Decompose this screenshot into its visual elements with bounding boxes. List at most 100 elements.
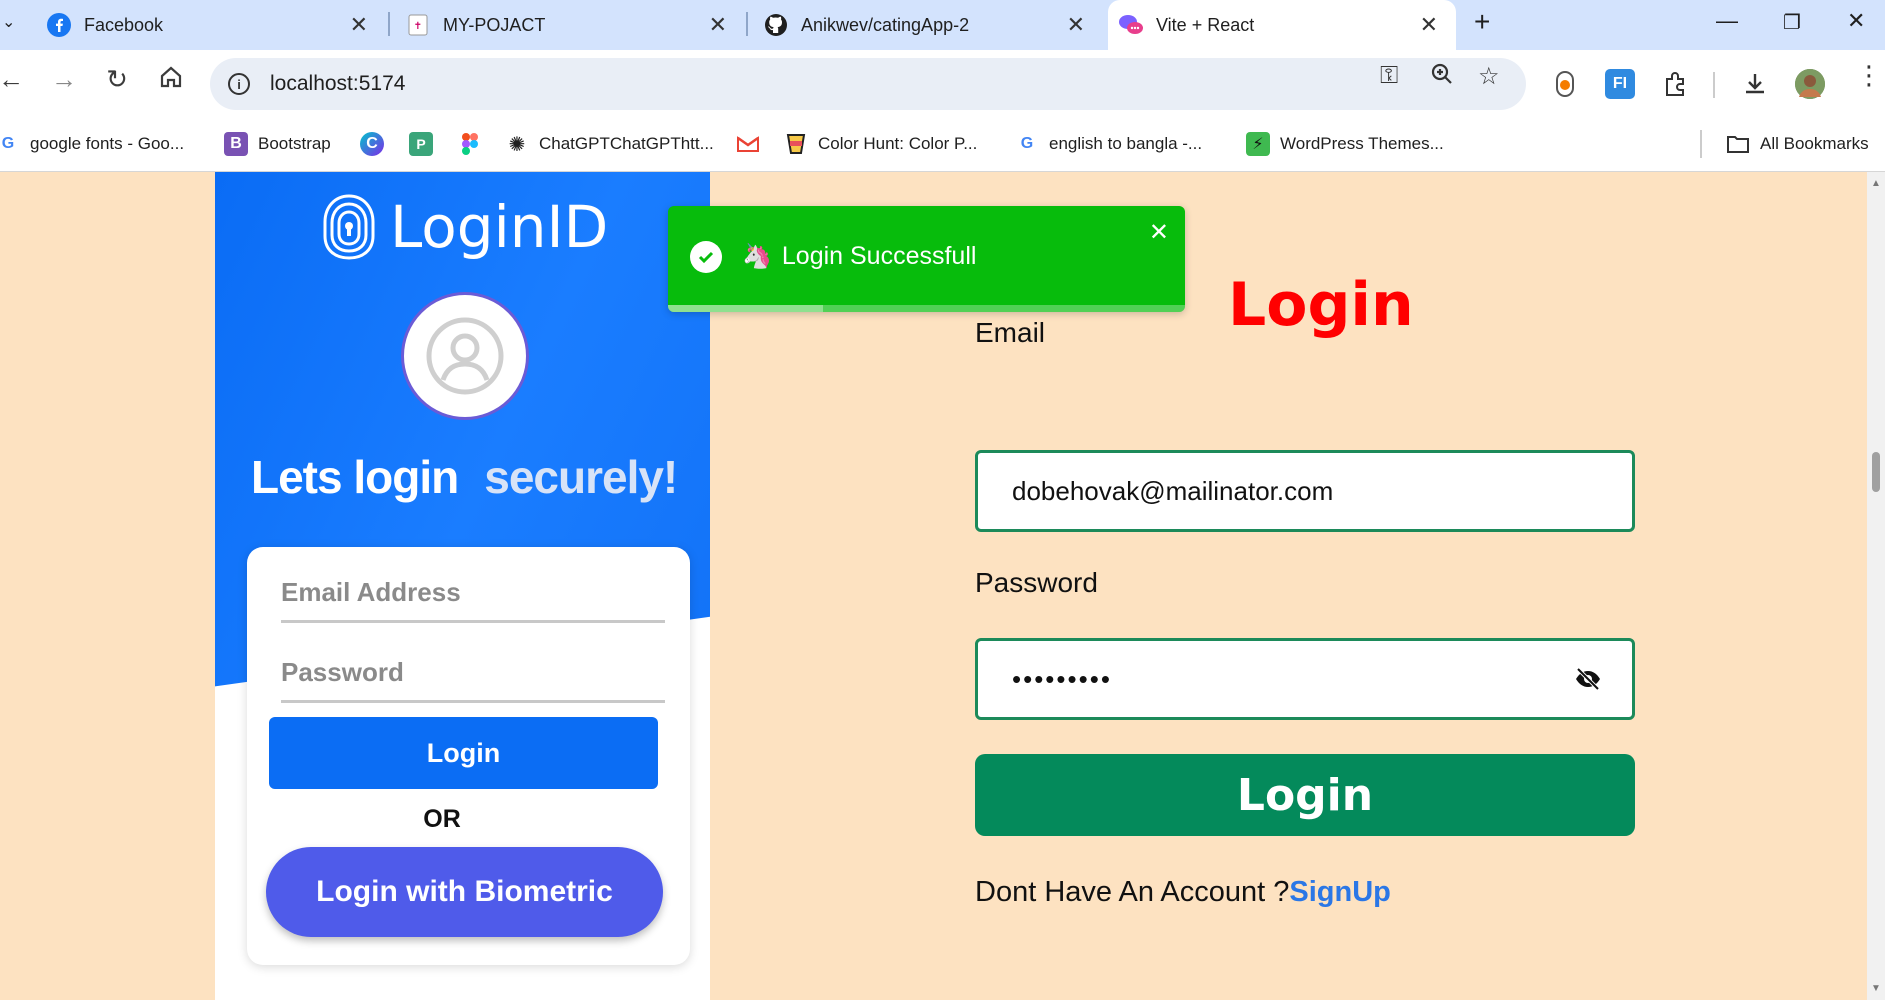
signup-prompt-text: Dont Have An Account ? (975, 876, 1290, 908)
tab-vite-react[interactable]: Vite + React ✕ (1108, 0, 1456, 50)
site-info-icon[interactable]: i (228, 73, 250, 95)
bookmarks-bar: G google fonts - Goo... B Bootstrap C P … (0, 118, 1885, 172)
folder-icon (1726, 132, 1750, 156)
bookmark-label: google fonts - Goo... (30, 134, 185, 153)
unicorn-icon: 🦄 (742, 243, 772, 270)
bookmark-english-to-bangla[interactable]: G english to bangla -... (1015, 132, 1202, 156)
user-avatar (401, 292, 529, 420)
signup-prompt: Dont Have An Account ?SignUp (975, 876, 1391, 909)
close-window-icon[interactable]: ✕ (1847, 8, 1865, 34)
email-label: Email (975, 317, 1046, 348)
password-input[interactable]: ••••••••• (975, 638, 1635, 720)
close-tab-icon[interactable]: ✕ (1420, 12, 1438, 38)
browser-toolbar: ← → ↻ i localhost:5174 ⚿ ☆ FI ⋮ (0, 50, 1885, 118)
minimize-icon[interactable]: — (1716, 8, 1738, 34)
tab-separator (746, 12, 748, 36)
bookmark-label: ChatGPTChatGPThtt... (539, 134, 714, 153)
bookmark-color-hunt[interactable]: Color Hunt: Color P... (784, 132, 977, 156)
key-icon[interactable]: ⚿ (1380, 62, 1398, 90)
bookmark-label: Bootstrap (258, 134, 331, 153)
headline-primary: Lets login (251, 451, 459, 503)
profile-avatar-icon[interactable] (1795, 69, 1825, 99)
bookmark-wordpress-themes[interactable]: ⚡ WordPress Themes... (1246, 132, 1444, 156)
scrollbar-thumb[interactable] (1872, 452, 1880, 492)
figma-icon (458, 132, 482, 156)
github-icon (763, 12, 789, 38)
fi-extension-icon[interactable]: FI (1605, 69, 1635, 99)
bookmark-bootstrap[interactable]: B Bootstrap (224, 132, 331, 156)
success-toast: 🦄 Login Successfull ✕ (668, 206, 1185, 312)
logo-text: LoginID (390, 193, 609, 261)
tab-my-pojact[interactable]: ✝ MY-POJACT ✕ (405, 4, 745, 46)
back-icon[interactable]: ← (0, 64, 28, 95)
tab-strip: ⌄ Facebook ✕ ✝ MY-POJACT ✕ Anikwev/catin… (0, 0, 1885, 50)
toast-text: Login Successfull (781, 242, 977, 270)
tab-search-icon[interactable]: ⌄ (2, 12, 15, 32)
toast-close-icon[interactable]: ✕ (1149, 218, 1169, 247)
restore-icon[interactable]: ❐ (1783, 10, 1801, 35)
forward-icon[interactable]: → (47, 64, 81, 95)
eye-off-icon[interactable] (1574, 667, 1602, 691)
tab-title: Anikwev/catingApp-2 (801, 14, 970, 35)
biometric-login-button[interactable]: Login with Biometric (266, 847, 663, 937)
all-bookmarks-folder[interactable]: All Bookmarks (1726, 132, 1869, 156)
login-title: Login (1228, 270, 1414, 340)
menu-kebab-icon[interactable]: ⋮ (1856, 60, 1882, 91)
email-input[interactable]: dobehovak@mailinator.com (975, 450, 1635, 532)
star-icon[interactable]: ☆ (1478, 62, 1500, 91)
hero-headline: Lets login securely! (251, 450, 678, 504)
bookmark-gmail[interactable] (736, 132, 770, 156)
extensions-puzzle-icon[interactable] (1660, 69, 1690, 99)
wordpress-icon: ⚡ (1246, 132, 1270, 156)
toolbar-divider (1713, 72, 1715, 98)
login-submit-button[interactable]: Login (975, 754, 1635, 836)
tab-facebook[interactable]: Facebook ✕ (46, 4, 386, 46)
bookmark-label: Color Hunt: Color P... (818, 134, 978, 153)
bookmark-chatgpt[interactable]: ✺ ChatGPTChatGPThtt... (505, 132, 714, 156)
download-icon[interactable] (1740, 69, 1770, 99)
loginid-logo: LoginID (320, 192, 608, 262)
p-icon: P (409, 132, 433, 156)
page-viewport: LoginID Lets login securely! Email Addres… (0, 172, 1885, 1000)
home-icon[interactable] (154, 64, 188, 97)
user-icon (426, 317, 504, 395)
bookmark-label: english to bangla -... (1049, 134, 1203, 153)
tab-title: Facebook (84, 14, 164, 35)
scroll-up-icon[interactable]: ▲ (1871, 178, 1881, 189)
close-tab-icon[interactable]: ✕ (1067, 12, 1085, 38)
headline-secondary: securely! (484, 451, 678, 503)
left-email-field[interactable]: Email Address (281, 577, 665, 623)
password-label: Password (975, 567, 1098, 598)
tab-github[interactable]: Anikwev/catingApp-2 ✕ (763, 4, 1103, 46)
bootstrap-icon: B (224, 132, 248, 156)
bookmark-canva[interactable]: C (360, 132, 394, 156)
bookmark-figma[interactable] (458, 132, 492, 156)
bookmark-google-fonts[interactable]: G google fonts - Goo... (0, 132, 184, 156)
toast-message: 🦄 Login Successfull (742, 242, 976, 271)
scroll-down-icon[interactable]: ▼ (1871, 983, 1881, 994)
signup-link[interactable]: SignUp (1289, 876, 1391, 908)
openai-icon: ✺ (508, 133, 526, 156)
left-password-field[interactable]: Password (281, 657, 665, 703)
colorhunt-icon (784, 132, 808, 156)
close-tab-icon[interactable]: ✕ (709, 12, 727, 38)
new-tab-icon[interactable]: + (1474, 6, 1490, 38)
bookmark-p[interactable]: P (409, 132, 443, 156)
chat-bubbles-icon (1118, 12, 1144, 38)
tab-title: Vite + React (1156, 14, 1255, 35)
or-divider-text: OR (423, 805, 461, 833)
check-icon (690, 241, 722, 273)
close-tab-icon[interactable]: ✕ (350, 12, 368, 38)
page-icon: ✝ (405, 12, 431, 38)
svg-text:✝: ✝ (414, 21, 422, 32)
address-bar[interactable]: i localhost:5174 (210, 58, 1526, 110)
tab-title: MY-POJACT (443, 14, 546, 35)
gmail-icon (736, 132, 760, 156)
facebook-icon (46, 12, 72, 38)
extension-orange-icon[interactable] (1550, 69, 1580, 99)
reload-icon[interactable]: ↻ (100, 64, 134, 95)
zoom-icon[interactable] (1430, 62, 1454, 93)
left-form-card: Email Address Password Login OR Login wi… (247, 547, 690, 965)
left-login-button[interactable]: Login (269, 717, 658, 789)
page-scrollbar[interactable]: ▲ ▼ (1867, 172, 1885, 1000)
